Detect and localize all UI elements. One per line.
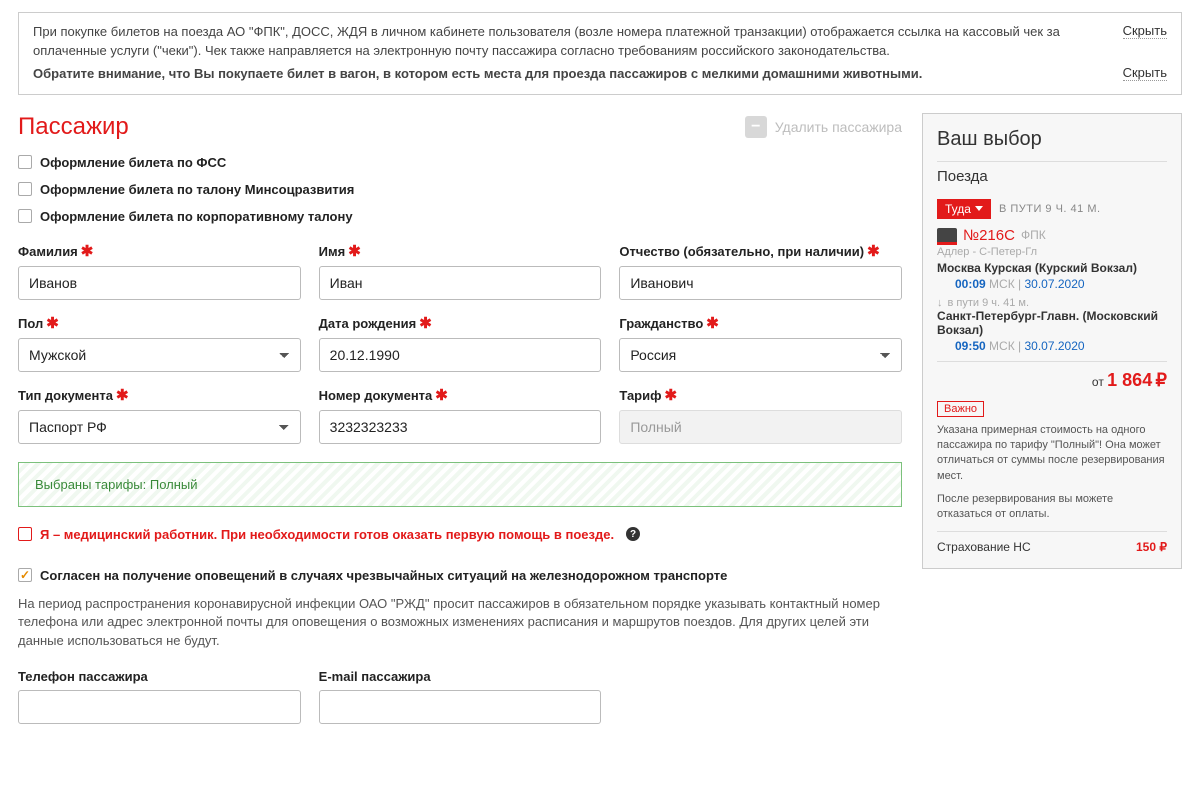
- departure-row: 00:09 МСК | 30.07.2020: [955, 277, 1167, 291]
- direction-badge[interactable]: Туда: [937, 199, 991, 219]
- hide-link-2[interactable]: Скрыть: [1123, 65, 1167, 81]
- doctype-select[interactable]: Паспорт РФ: [18, 410, 301, 444]
- train-company: ФПК: [1021, 228, 1046, 242]
- sidebar-your-choice: Ваш выбор Поезда Туда В ПУТИ 9 Ч. 41 М. …: [922, 113, 1182, 569]
- passenger-title: Пассажир: [18, 113, 129, 141]
- checkbox-icon: [18, 155, 32, 169]
- docnum-input[interactable]: [319, 410, 602, 444]
- field-dob: Дата рождения✱: [319, 314, 602, 372]
- hide-link-1[interactable]: Скрыть: [1123, 23, 1167, 39]
- checkbox-icon: [18, 209, 32, 223]
- train-number: №216С: [963, 227, 1015, 244]
- lastname-input[interactable]: [18, 266, 301, 300]
- field-docnum: Номер документа✱: [319, 386, 602, 444]
- email-input[interactable]: [319, 690, 602, 724]
- patronymic-input[interactable]: [619, 266, 902, 300]
- insurance-row: Страхование НС 150 ₽: [937, 531, 1167, 554]
- field-email: E-mail пассажира: [319, 669, 602, 724]
- gender-select[interactable]: Мужской: [18, 338, 301, 372]
- dob-input[interactable]: [319, 338, 602, 372]
- train-icon: [937, 228, 957, 242]
- tariff-strip: Выбраны тарифы: Полный: [18, 462, 902, 507]
- price-row: от 1 864 ₽: [937, 370, 1167, 391]
- phone-input[interactable]: [18, 690, 301, 724]
- checkbox-icon: [18, 182, 32, 196]
- field-gender: Пол✱ Мужской: [18, 314, 301, 372]
- checkbox-medic[interactable]: Я – медицинский работник. При необходимо…: [18, 527, 902, 542]
- firstname-input[interactable]: [319, 266, 602, 300]
- citizenship-select[interactable]: Россия: [619, 338, 902, 372]
- field-citizenship: Гражданство✱ Россия: [619, 314, 902, 372]
- tariff-input: [619, 410, 902, 444]
- notice-text-2: Обратите внимание, что Вы покупаете биле…: [33, 65, 1105, 84]
- delete-passenger: − Удалить пассажира: [745, 116, 902, 138]
- checkbox-corp[interactable]: Оформление билета по корпоративному тало…: [18, 209, 902, 224]
- important-text-2: После резервирования вы можете отказатьс…: [937, 492, 1167, 523]
- notice-text-1: При покупке билетов на поезда АО "ФПК", …: [33, 23, 1105, 61]
- help-icon[interactable]: ?: [626, 527, 640, 541]
- mid-duration: в пути 9 ч. 41 м.: [937, 297, 1167, 309]
- important-badge: Важно: [937, 401, 984, 417]
- sidebar-subtitle: Поезда: [937, 161, 1167, 191]
- minus-icon: −: [745, 116, 767, 138]
- checkbox-fss[interactable]: Оформление билета по ФСС: [18, 155, 902, 170]
- train-route: Адлер - С-Петер-Гл: [937, 246, 1167, 258]
- checkbox-icon: [18, 568, 32, 582]
- checkbox-minsoc[interactable]: Оформление билета по талону Минсоцразвит…: [18, 182, 902, 197]
- field-tariff: Тариф✱: [619, 386, 902, 444]
- sidebar-title: Ваш выбор: [937, 128, 1167, 151]
- notice-box: При покупке билетов на поезда АО "ФПК", …: [18, 12, 1182, 95]
- field-firstname: Имя✱: [319, 242, 602, 300]
- duration-upper: В ПУТИ 9 Ч. 41 М.: [999, 203, 1101, 215]
- important-text-1: Указана примерная стоимость на одного па…: [937, 423, 1167, 485]
- station-from: Москва Курская (Курский Вокзал): [937, 261, 1167, 275]
- arrival-row: 09:50 МСК | 30.07.2020: [955, 339, 1167, 353]
- field-patronymic: Отчество (обязательно, при наличии)✱: [619, 242, 902, 300]
- checkbox-consent[interactable]: Согласен на получение оповещений в случа…: [18, 568, 902, 583]
- field-doctype: Тип документа✱ Паспорт РФ: [18, 386, 301, 444]
- field-lastname: Фамилия✱: [18, 242, 301, 300]
- covid-text: На период распространения коронавирусной…: [18, 595, 888, 652]
- field-phone: Телефон пассажира: [18, 669, 301, 724]
- checkbox-icon: [18, 527, 32, 541]
- station-to: Санкт-Петербург-Главн. (Московский Вокза…: [937, 309, 1167, 337]
